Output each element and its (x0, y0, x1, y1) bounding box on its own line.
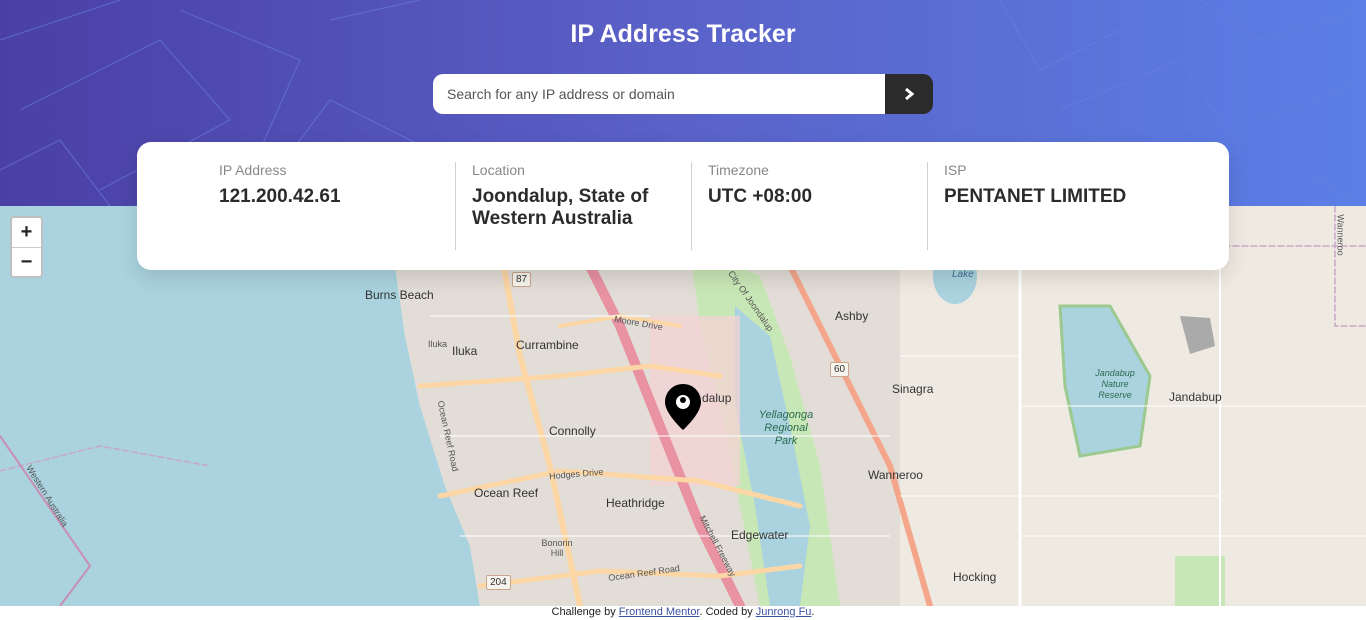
info-label: ISP (944, 162, 967, 178)
chevron-right-icon (905, 87, 915, 101)
info-location: Location Joondalup, State of Western Aus… (455, 162, 691, 250)
map-label-yellagonga: Yellagonga Regional Park (758, 409, 814, 447)
zoom-out-button[interactable]: − (12, 247, 41, 276)
map-label-iluka-small: Iluka (428, 339, 448, 349)
info-label: Location (472, 162, 525, 178)
zoom-control: + − (10, 216, 43, 278)
info-value: PENTANET LIMITED (944, 186, 1127, 207)
info-ip-address: IP Address 121.200.42.61 (219, 162, 455, 250)
author-link[interactable]: Junrong Fu (756, 606, 812, 618)
map-label-jandabup: Jandabup (1169, 390, 1222, 404)
map-label-wanneroo-edge: Wanneroo (1335, 214, 1346, 256)
search-button[interactable] (885, 74, 933, 114)
info-isp: ISP PENTANET LIMITED (927, 162, 1163, 250)
map-label-ocean-reef: Ocean Reef (474, 486, 539, 500)
map-label-sinagra: Sinagra (892, 382, 934, 396)
map-label-bonorin-hill: Bonorin Hill (541, 538, 573, 558)
search-bar (433, 74, 933, 114)
map-label-currambine: Currambine (516, 338, 579, 352)
route-shield-204: 204 (486, 575, 511, 590)
map-label-heathridge: Heathridge (606, 496, 665, 510)
map-label-burns-beach: Burns Beach (365, 288, 434, 302)
footer-suffix: . (811, 606, 815, 618)
ip-info-card: IP Address 121.200.42.61 Location Joonda… (137, 142, 1229, 270)
info-timezone: Timezone UTC +08:00 (691, 162, 927, 250)
info-label: Timezone (708, 162, 769, 178)
map-label-iluka: Iluka (452, 344, 478, 358)
map-label-lake: Lake (952, 269, 974, 280)
info-label: IP Address (219, 162, 287, 178)
map-label-joondalup: dalup (702, 391, 732, 405)
info-value: Joondalup, State of Western Australia (472, 186, 649, 229)
map-label-hocking: Hocking (953, 570, 997, 584)
zoom-in-button[interactable]: + (12, 218, 41, 247)
location-marker-icon[interactable] (665, 384, 701, 435)
footer-prefix: Challenge by (551, 606, 619, 618)
route-shield-60: 60 (830, 362, 850, 377)
route-shield-87: 87 (512, 272, 532, 287)
page-title: IP Address Tracker (570, 20, 796, 48)
map-label-connolly: Connolly (549, 424, 596, 438)
map-label-jandabup-reserve: Jandabup Nature Reserve (1095, 368, 1135, 400)
frontend-mentor-link[interactable]: Frontend Mentor (619, 606, 700, 618)
footer-middle: . Coded by (699, 606, 756, 618)
map-label-edgewater: Edgewater (731, 528, 789, 542)
map-label-wanneroo: Wanneroo (868, 468, 923, 482)
attribution-footer: Challenge by Frontend Mentor. Coded by J… (0, 606, 1366, 620)
info-value: 121.200.42.61 (219, 186, 341, 207)
search-input[interactable] (433, 74, 885, 114)
info-value: UTC +08:00 (708, 186, 813, 207)
map-label-ashby: Ashby (835, 309, 869, 323)
